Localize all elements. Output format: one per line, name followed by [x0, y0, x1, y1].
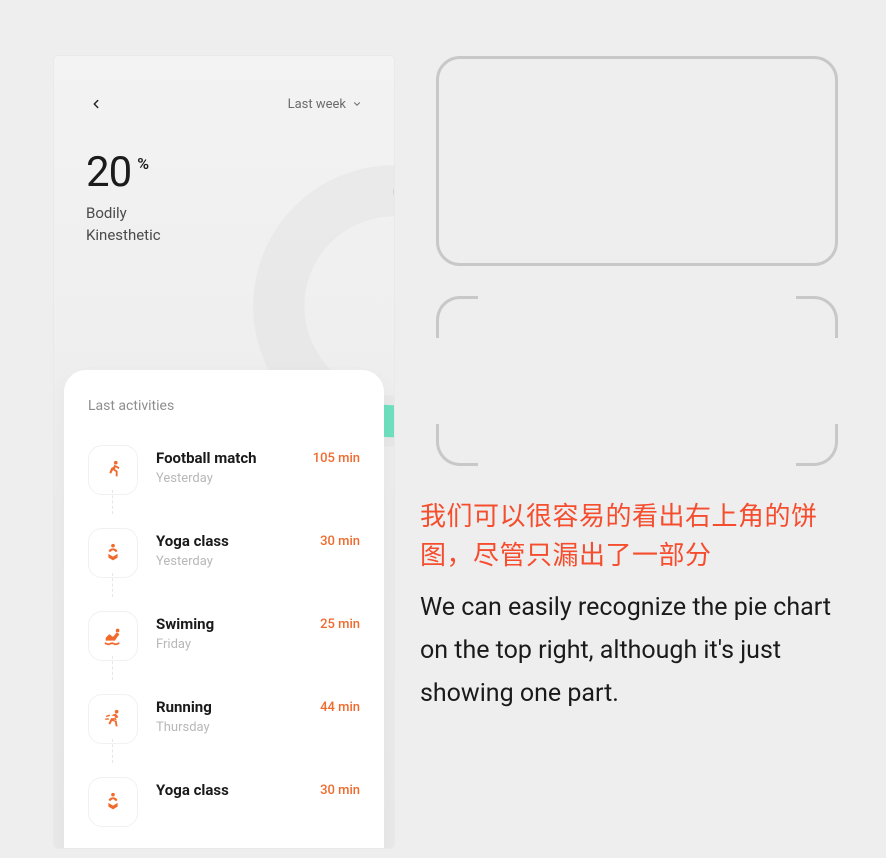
- phone-screen: Last week 20 % Bodily Kinesthetic: [54, 56, 394, 848]
- activity-duration: 25 min: [320, 611, 360, 632]
- activity-when: Yesterday: [156, 554, 302, 569]
- metric-unit: %: [137, 154, 148, 173]
- activity-row[interactable]: Yoga class 30 min: [88, 766, 360, 848]
- activity-row[interactable]: Yoga class Yesterday 30 min: [88, 517, 360, 600]
- metric-block: 20 % Bodily Kinesthetic: [86, 148, 161, 247]
- caption-block: 我们可以很容易的看出右上角的饼图，尽管只漏出了一部分 We can easily…: [420, 498, 850, 715]
- activity-name: Yoga class: [156, 532, 302, 550]
- activity-text: Swiming Friday: [156, 611, 302, 652]
- activity-name: Running: [156, 698, 302, 716]
- sprint-icon: [88, 694, 138, 744]
- period-label: Last week: [288, 97, 346, 112]
- activity-when: Friday: [156, 637, 302, 652]
- metric-label-line1: Bodily: [86, 204, 127, 222]
- activity-duration: 30 min: [320, 777, 360, 798]
- phone-header: Last week: [54, 56, 394, 114]
- activity-row[interactable]: Swiming Friday 25 min: [88, 600, 360, 683]
- running-icon: [88, 445, 138, 495]
- activities-list: Football match Yesterday 105 min Yoga class…: [88, 434, 360, 848]
- back-button[interactable]: [86, 94, 106, 114]
- metric-number: 20: [86, 148, 131, 197]
- swimming-icon: [88, 611, 138, 661]
- activity-row[interactable]: Running Thursday 44 min: [88, 683, 360, 766]
- activity-duration: 105 min: [313, 445, 360, 466]
- yoga-icon: [88, 528, 138, 578]
- caption-chinese: 我们可以很容易的看出右上角的饼图，尽管只漏出了一部分: [420, 498, 850, 576]
- activity-text: Football match Yesterday: [156, 445, 295, 486]
- activity-when: Thursday: [156, 720, 302, 735]
- activity-text: Yoga class: [156, 777, 302, 803]
- activity-duration: 30 min: [320, 528, 360, 549]
- activity-name: Yoga class: [156, 781, 302, 799]
- activity-name: Football match: [156, 449, 295, 467]
- chevron-left-icon: [89, 97, 103, 111]
- activity-duration: 44 min: [320, 694, 360, 715]
- metric-label-line2: Kinesthetic: [86, 226, 161, 244]
- activity-text: Yoga class Yesterday: [156, 528, 302, 569]
- activity-text: Running Thursday: [156, 694, 302, 735]
- placeholder-panel-2: [436, 296, 838, 466]
- activities-title: Last activities: [88, 398, 360, 414]
- yoga-icon: [88, 777, 138, 827]
- chevron-down-icon: [352, 99, 362, 109]
- metric-label: Bodily Kinesthetic: [86, 203, 161, 247]
- activity-row[interactable]: Football match Yesterday 105 min: [88, 434, 360, 517]
- activities-card: Last activities Football match Yesterday 1…: [64, 370, 384, 848]
- metric-value: 20 %: [86, 148, 161, 197]
- period-dropdown[interactable]: Last week: [288, 97, 362, 112]
- placeholder-panel-1: [436, 56, 838, 266]
- activity-name: Swiming: [156, 615, 302, 633]
- caption-english: We can easily recognize the pie chart on…: [420, 586, 850, 715]
- activity-when: Yesterday: [156, 471, 295, 486]
